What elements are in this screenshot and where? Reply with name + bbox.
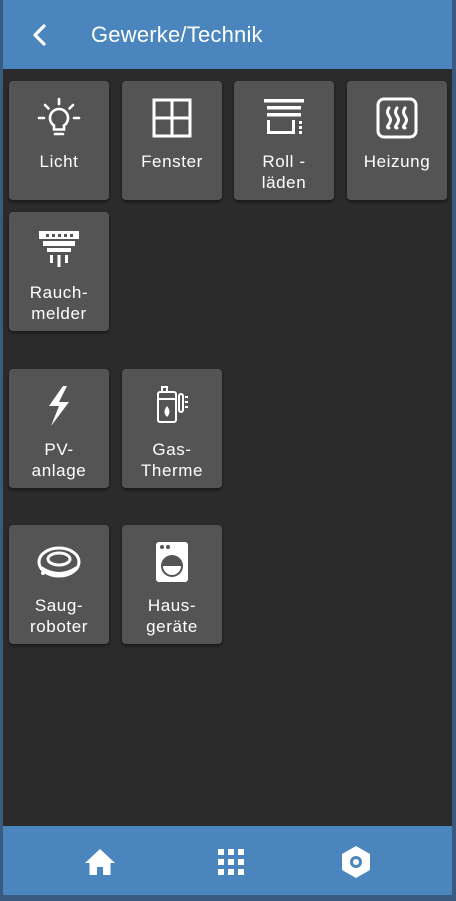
light-bulb-icon [37,97,81,136]
app-window: Gewerke/Technik Licht Fenster Roll - läd… [3,0,452,895]
gas-boiler-icon [157,386,188,423]
tile-label: Gas- Therme [140,440,204,480]
washing-machine-icon [156,542,188,582]
header-bar: Gewerke/Technik [3,0,452,69]
lightning-icon [49,386,69,426]
robot-vacuum-icon [37,546,81,578]
tile-rolllaeden[interactable]: Roll - läden [234,81,334,200]
heating-icon [376,97,418,139]
tile-label: Rauch-melder [29,283,89,323]
tile-label: PV-anlage [31,440,87,480]
bottom-nav [3,826,452,895]
page-title: Gewerke/Technik [91,22,263,47]
home-icon [85,849,115,875]
tile-label: Heizung [363,152,431,171]
back-button[interactable] [25,20,55,50]
tile-label: Fenster [141,152,203,171]
tile-label: Haus-geräte [146,596,198,636]
smoke-detector-icon [39,231,79,267]
tile-gas-therme[interactable]: Gas- Therme [122,369,222,488]
grid-icon [218,849,244,875]
tile-saugroboter[interactable]: Saug-roboter [9,525,109,644]
settings-icon [342,846,370,878]
tile-licht[interactable]: Licht [9,81,109,200]
tile-pv-anlage[interactable]: PV-anlage [9,369,109,488]
window-icon [152,98,192,138]
tile-rauchmelder[interactable]: Rauch-melder [9,212,109,331]
roller-shutter-icon [264,99,304,134]
nav-grid-button[interactable] [213,844,249,880]
tile-label: Roll - läden [261,152,307,192]
tile-hausgeraete[interactable]: Haus-geräte [122,525,222,644]
tile-fenster[interactable]: Fenster [122,81,222,200]
tile-label: Saug-roboter [29,596,89,636]
nav-home-button[interactable] [82,844,118,880]
tile-heizung[interactable]: Heizung [347,81,447,200]
nav-settings-button[interactable] [338,844,374,880]
chevron-left-icon [33,24,46,46]
tile-label: Licht [39,152,79,171]
